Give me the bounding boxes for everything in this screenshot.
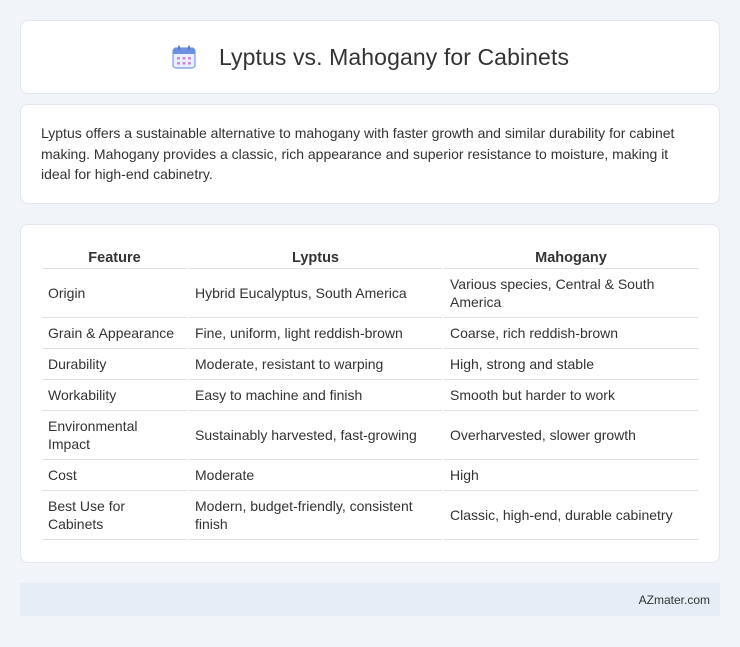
table-cell-feature: Grain & Appearance bbox=[42, 318, 187, 349]
table-cell-feature: Cost bbox=[42, 460, 187, 491]
table-cell-lyptus: Hybrid Eucalyptus, South America bbox=[189, 269, 442, 318]
table-cell-lyptus: Moderate bbox=[189, 460, 442, 491]
table-cell-feature: Workability bbox=[42, 380, 187, 411]
table-cell-mahogany: Smooth but harder to work bbox=[444, 380, 698, 411]
table-cell-mahogany: Coarse, rich reddish-brown bbox=[444, 318, 698, 349]
table-cell-lyptus: Modern, budget-friendly, consistent fini… bbox=[189, 491, 442, 540]
table-cell-lyptus: Sustainably harvested, fast-growing bbox=[189, 411, 442, 460]
table-row: Best Use for Cabinets Modern, budget-fri… bbox=[42, 491, 698, 540]
table-cell-feature: Environmental Impact bbox=[42, 411, 187, 460]
table-cell-mahogany: Classic, high-end, durable cabinetry bbox=[444, 491, 698, 540]
column-header-feature: Feature bbox=[42, 245, 187, 269]
table-cell-feature: Best Use for Cabinets bbox=[42, 491, 187, 540]
table-cell-mahogany: Overharvested, slower growth bbox=[444, 411, 698, 460]
comparison-table-card: Feature Lyptus Mahogany Origin Hybrid Eu… bbox=[20, 224, 720, 563]
table-row: Environmental Impact Sustainably harvest… bbox=[42, 411, 698, 460]
table-cell-lyptus: Easy to machine and finish bbox=[189, 380, 442, 411]
footer-brand: AZmater.com bbox=[638, 592, 710, 607]
table-cell-lyptus: Fine, uniform, light reddish-brown bbox=[189, 318, 442, 349]
calendar-icon bbox=[171, 44, 197, 70]
summary-card: Lyptus offers a sustainable alternative … bbox=[20, 104, 720, 204]
header-card: Lyptus vs. Mahogany for Cabinets bbox=[20, 20, 720, 94]
table-row: Workability Easy to machine and finish S… bbox=[42, 380, 698, 411]
table-cell-feature: Origin bbox=[42, 269, 187, 318]
table-cell-lyptus: Moderate, resistant to warping bbox=[189, 349, 442, 380]
table-row: Durability Moderate, resistant to warpin… bbox=[42, 349, 698, 380]
summary-text: Lyptus offers a sustainable alternative … bbox=[41, 125, 675, 183]
comparison-table: Feature Lyptus Mahogany Origin Hybrid Eu… bbox=[40, 245, 700, 540]
table-row: Cost Moderate High bbox=[42, 460, 698, 491]
table-row: Grain & Appearance Fine, uniform, light … bbox=[42, 318, 698, 349]
table-cell-mahogany: High bbox=[444, 460, 698, 491]
footer-bar: AZmater.com bbox=[20, 583, 720, 616]
column-header-mahogany: Mahogany bbox=[444, 245, 698, 269]
table-cell-mahogany: High, strong and stable bbox=[444, 349, 698, 380]
page-title: Lyptus vs. Mahogany for Cabinets bbox=[218, 43, 570, 70]
table-cell-feature: Durability bbox=[42, 349, 187, 380]
table-cell-mahogany: Various species, Central & South America bbox=[444, 269, 698, 318]
column-header-lyptus: Lyptus bbox=[189, 245, 442, 269]
table-header-row: Feature Lyptus Mahogany bbox=[42, 245, 698, 269]
table-row: Origin Hybrid Eucalyptus, South America … bbox=[42, 269, 698, 318]
